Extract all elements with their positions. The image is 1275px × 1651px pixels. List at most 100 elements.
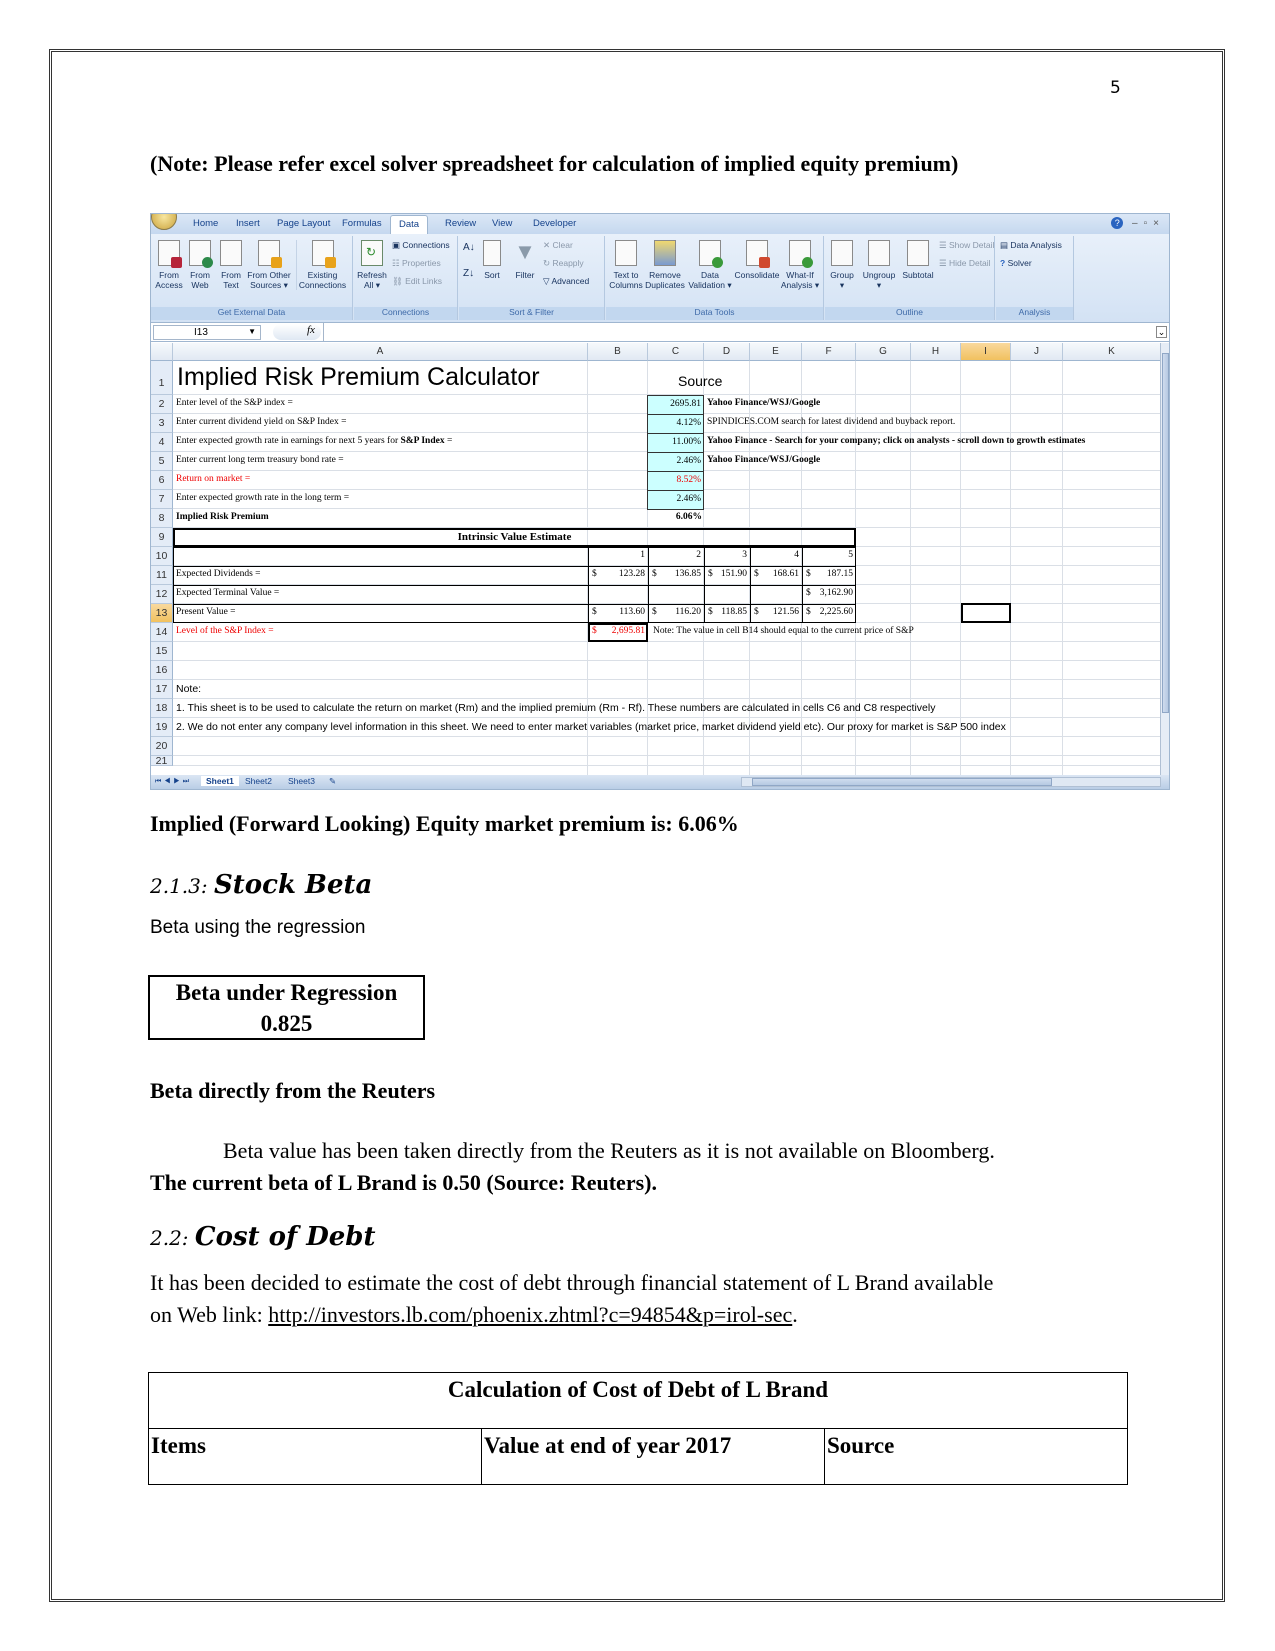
row-header-20[interactable]: 20 — [151, 737, 173, 756]
from-access-button[interactable]: From Access — [154, 240, 184, 290]
advanced-button[interactable]: ▽ Advanced — [543, 276, 589, 287]
minimize-icon[interactable]: – — [1132, 218, 1144, 229]
from-other-sources-button[interactable]: From Other Sources ▾ — [246, 240, 292, 290]
row-header-10[interactable]: 10 — [151, 547, 173, 566]
group-button[interactable]: Group ▾ — [827, 240, 857, 290]
tab-insert[interactable]: Insert — [236, 218, 260, 229]
show-detail-button[interactable]: ☰ Show Detail — [939, 240, 994, 251]
row-header-2[interactable]: 2 — [151, 395, 173, 414]
restore-icon[interactable]: ▫ — [1144, 218, 1154, 229]
investor-link[interactable]: http://investors.lb.com/phoenix.zhtml?c=… — [268, 1302, 792, 1327]
tab-data[interactable]: Data — [390, 215, 429, 234]
consolidate-button[interactable]: Consolidate — [734, 240, 780, 280]
existing-connections-button[interactable]: Existing Connections — [296, 240, 348, 290]
sort-az-icon[interactable]: A↓ — [463, 242, 475, 253]
row-header-7[interactable]: 7 — [151, 490, 173, 509]
row-header-3[interactable]: 3 — [151, 414, 173, 433]
group-outline: Group ▾ Ungroup ▾ Subtotal ☰ Show Detail… — [825, 236, 995, 320]
from-text-button[interactable]: From Text — [216, 240, 246, 290]
row-header-8[interactable]: 8 — [151, 509, 173, 528]
row-header-19[interactable]: 19 — [151, 718, 173, 737]
column-header-a[interactable]: A — [173, 343, 588, 361]
sort-za-icon[interactable]: Z↓ — [463, 268, 474, 279]
scroll-thumb[interactable] — [752, 778, 1052, 786]
text-to-columns-button[interactable]: Text to Columns — [608, 240, 644, 290]
help-icon[interactable]: ? — [1111, 217, 1124, 229]
row-header-17[interactable]: 17 — [151, 680, 173, 699]
filter-button[interactable]: ▼ Filter — [511, 240, 539, 281]
edit-links-button[interactable]: ⛓ Edit Links — [392, 276, 442, 287]
row-header-14[interactable]: 14 — [151, 623, 173, 642]
tab-page-layout[interactable]: Page Layout — [277, 218, 330, 229]
insert-sheet-icon[interactable]: ✎ — [329, 776, 336, 787]
row-header-9[interactable]: 9 — [151, 528, 173, 547]
intrinsic-header: Intrinsic Value Estimate — [457, 531, 572, 543]
name-box[interactable]: I13 ▼ — [153, 325, 261, 340]
hide-detail-button[interactable]: ☰ Hide Detail — [939, 258, 991, 269]
selected-cell-i13[interactable] — [961, 603, 1011, 623]
input-value-cell[interactable]: 2695.81 — [647, 395, 704, 415]
tab-formulas[interactable]: Formulas — [342, 218, 382, 229]
remove-duplicates-button[interactable]: Remove Duplicates — [644, 240, 686, 290]
input-value-cell[interactable]: 2.46% — [647, 452, 704, 472]
expand-formula-bar-button[interactable]: ⌄ — [1156, 326, 1167, 338]
column-header-h[interactable]: H — [911, 343, 961, 361]
data-validation-button[interactable]: Data Validation ▾ — [687, 240, 733, 290]
row-header-12[interactable]: 12 — [151, 585, 173, 604]
row-header-1[interactable]: 1 — [151, 361, 173, 395]
ungroup-button[interactable]: Ungroup ▾ — [859, 240, 899, 290]
close-icon[interactable]: × — [1153, 218, 1165, 229]
level-sp-label: Level of the S&P Index = — [176, 626, 274, 636]
column-header-k[interactable]: K — [1063, 343, 1161, 361]
vertical-scrollbar[interactable] — [1160, 343, 1169, 777]
tab-review[interactable]: Review — [445, 218, 476, 229]
row-header-6[interactable]: 6 — [151, 471, 173, 490]
group-label: Analysis — [996, 307, 1073, 320]
input-value-cell[interactable]: 2.46% — [647, 490, 704, 510]
connections-button[interactable]: ▣ Connections — [392, 240, 450, 251]
from-web-button[interactable]: From Web — [185, 240, 215, 290]
sheet-title: Implied Risk Premium Calculator — [177, 363, 540, 391]
tab-view[interactable]: View — [492, 218, 512, 229]
row-header-4[interactable]: 4 — [151, 433, 173, 452]
tab-home[interactable]: Home — [193, 218, 218, 229]
column-header-e[interactable]: E — [750, 343, 802, 361]
tab-developer[interactable]: Developer — [533, 218, 576, 229]
reapply-button[interactable]: ↻ Reapply — [543, 258, 584, 269]
input-label: Enter level of the S&P index = — [176, 398, 293, 408]
column-header-j[interactable]: J — [1011, 343, 1063, 361]
row-header-21[interactable]: 21 — [151, 756, 173, 766]
data-analysis-button[interactable]: ▤ Data Analysis — [1000, 240, 1062, 251]
what-if-analysis-button[interactable]: What-If Analysis ▾ — [780, 240, 820, 290]
select-all-corner[interactable] — [151, 343, 173, 361]
refresh-all-button[interactable]: ↻ Refresh All ▾ — [356, 240, 388, 290]
clear-button[interactable]: ✕ Clear — [543, 240, 573, 251]
subtotal-button[interactable]: Subtotal — [899, 240, 937, 280]
row-header-5[interactable]: 5 — [151, 452, 173, 471]
input-value-cell[interactable]: 11.00% — [647, 433, 704, 453]
sheet-tab-1[interactable]: Sheet1 — [201, 776, 239, 786]
column-header-d[interactable]: D — [704, 343, 750, 361]
column-header-i[interactable]: I — [961, 343, 1011, 361]
column-header-c[interactable]: C — [648, 343, 704, 361]
sheet-nav-arrows[interactable]: ⏮◀▶⏭ — [155, 778, 192, 786]
input-value-cell[interactable]: 4.12% — [647, 414, 704, 434]
horizontal-scrollbar[interactable] — [741, 777, 1161, 787]
scroll-thumb[interactable] — [1162, 353, 1169, 713]
solver-button[interactable]: ? Solver — [1000, 258, 1032, 268]
column-header-g[interactable]: G — [856, 343, 911, 361]
column-header-f[interactable]: F — [802, 343, 856, 361]
sort-button[interactable]: Sort — [481, 240, 503, 280]
input-value-cell[interactable]: 8.52% — [647, 471, 704, 491]
row-header-18[interactable]: 18 — [151, 699, 173, 718]
office-button[interactable] — [151, 214, 177, 230]
row-header-16[interactable]: 16 — [151, 661, 173, 680]
insert-function-button[interactable]: fx — [273, 324, 321, 340]
sheet-tab-2[interactable]: Sheet2 — [245, 776, 272, 786]
sheet-tab-3[interactable]: Sheet3 — [288, 776, 315, 786]
properties-button[interactable]: ☷ Properties — [392, 258, 441, 269]
row-header-13[interactable]: 13 — [151, 604, 173, 623]
row-header-15[interactable]: 15 — [151, 642, 173, 661]
column-header-b[interactable]: B — [588, 343, 648, 361]
row-header-11[interactable]: 11 — [151, 566, 173, 585]
